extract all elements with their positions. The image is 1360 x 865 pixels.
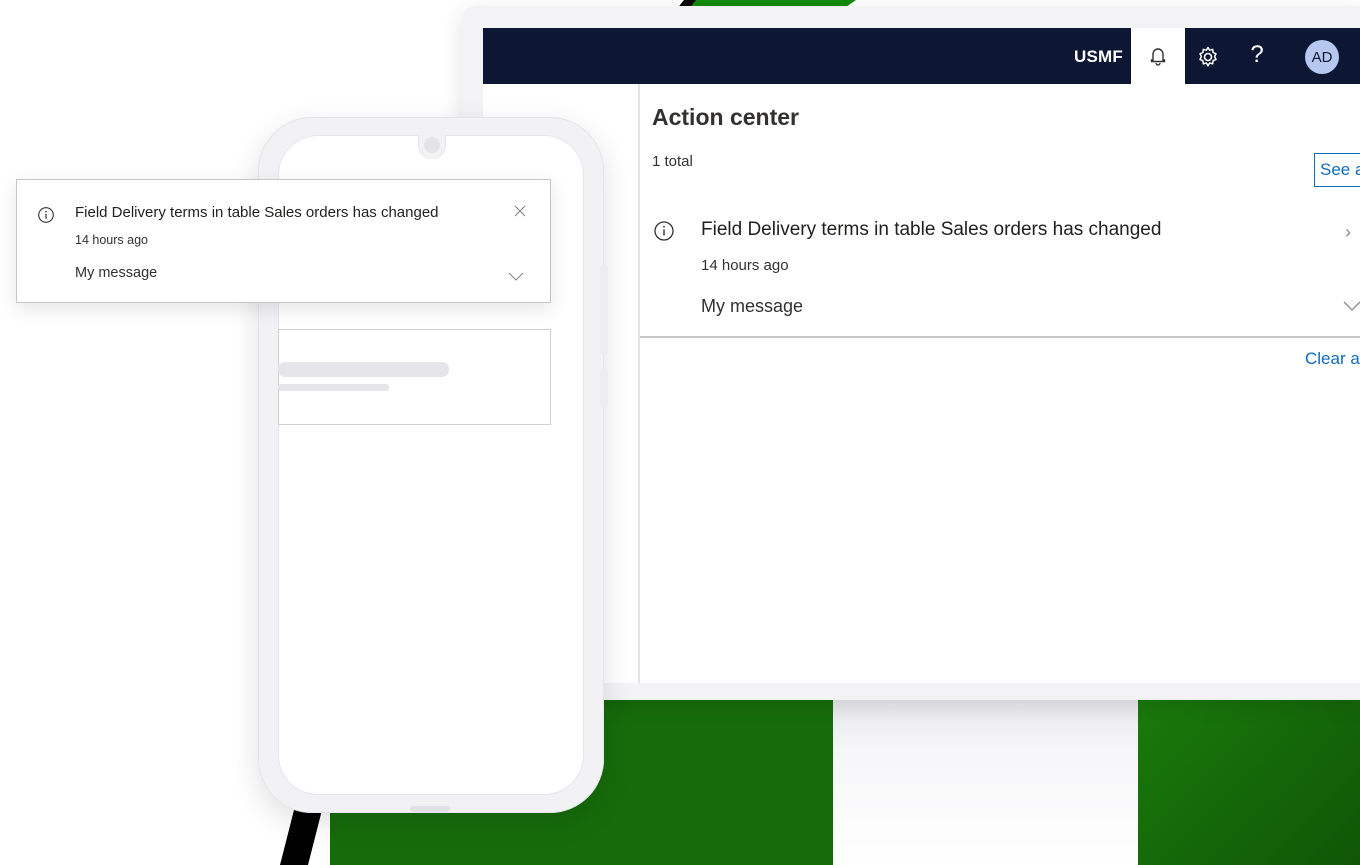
action-center-total: 1 total bbox=[652, 153, 693, 170]
bell-icon bbox=[1150, 48, 1166, 66]
see-all-button[interactable]: See all bbox=[1314, 153, 1360, 187]
phone-side-button bbox=[600, 370, 608, 406]
close-icon[interactable] bbox=[513, 204, 527, 218]
monitor-stand bbox=[833, 700, 1138, 865]
phone-home-indicator bbox=[410, 806, 450, 812]
phone-placeholder-card bbox=[278, 329, 551, 425]
phone-camera bbox=[424, 137, 440, 153]
toast-time: 14 hours ago bbox=[75, 233, 148, 247]
toast-title: Field Delivery terms in table Sales orde… bbox=[75, 204, 439, 221]
toast-message: My message bbox=[75, 265, 158, 281]
notification-separator bbox=[640, 336, 1360, 338]
phone-placeholder-line bbox=[278, 362, 449, 377]
help-icon: ? bbox=[1250, 41, 1264, 68]
notification-title[interactable]: Field Delivery terms in table Sales orde… bbox=[701, 219, 1161, 241]
info-icon bbox=[654, 221, 674, 241]
top-navigation-bar: USMF ? AD bbox=[483, 28, 1360, 84]
pane-divider bbox=[638, 84, 640, 683]
chevron-down-icon[interactable] bbox=[507, 270, 525, 282]
gear-icon bbox=[1199, 46, 1217, 67]
phone-placeholder-line bbox=[278, 384, 389, 391]
notifications-button[interactable] bbox=[1131, 28, 1185, 84]
chevron-right-icon[interactable]: › bbox=[1345, 222, 1351, 243]
toast-notification[interactable]: Field Delivery terms in table Sales orde… bbox=[16, 179, 551, 303]
action-center-title: Action center bbox=[652, 104, 799, 130]
clear-all-link[interactable]: Clear all bbox=[1305, 349, 1360, 369]
user-avatar[interactable]: AD bbox=[1305, 40, 1339, 74]
settings-button[interactable] bbox=[1193, 42, 1223, 72]
monitor-screen: USMF ? AD Action center 1 total See all … bbox=[483, 28, 1360, 683]
decorative-green-band-right bbox=[1138, 700, 1360, 865]
company-selector[interactable]: USMF bbox=[1074, 47, 1123, 67]
help-button[interactable]: ? bbox=[1245, 40, 1269, 70]
phone-side-button bbox=[600, 265, 608, 355]
notification-message: My message bbox=[701, 296, 804, 316]
info-icon bbox=[38, 207, 54, 223]
chevron-down-icon[interactable] bbox=[1341, 298, 1360, 314]
notification-time: 14 hours ago bbox=[701, 257, 789, 274]
